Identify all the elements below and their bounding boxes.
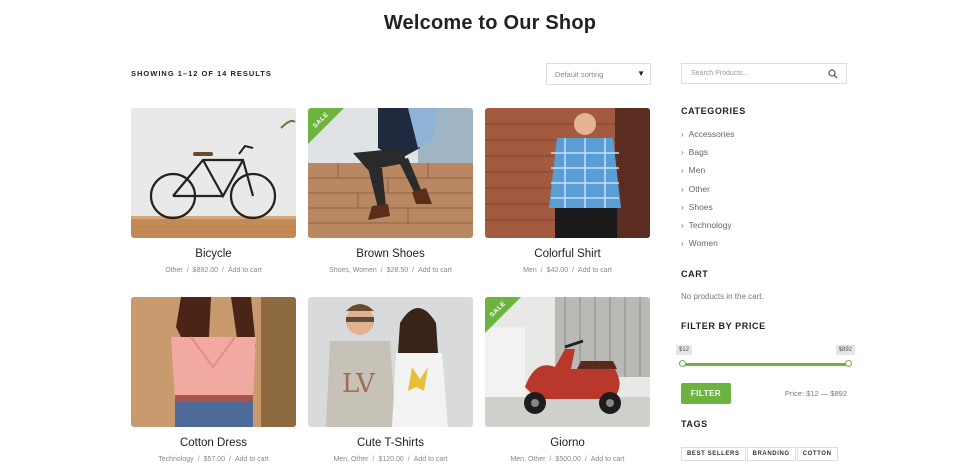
chevron-right-icon: ›	[681, 239, 684, 249]
filter-row: FILTER Price: $12 — $892	[681, 383, 847, 407]
categories-widget: CATEGORIES › Accessories › Bags › Men › Othe…	[681, 106, 847, 256]
price-max-label: $892	[835, 345, 855, 356]
add-to-cart-link[interactable]: Add to cart	[418, 267, 452, 274]
category-list: › Accessories › Bags › Men › Other › Shoes › T…	[681, 129, 847, 256]
product-name[interactable]: Cotton Dress	[131, 437, 296, 449]
chevron-right-icon: ›	[681, 220, 684, 230]
price-slider-max-handle[interactable]	[845, 360, 852, 368]
chevron-right-icon: ›	[681, 184, 684, 194]
product-meta: Shoes, Women / $28.50/Add to cart	[329, 267, 452, 274]
product-card[interactable]: Colorful Shirt Men / $42.00/Add to cart	[485, 108, 650, 274]
add-to-cart-link[interactable]: Add to cart	[235, 456, 269, 463]
add-to-cart-link[interactable]: Add to cart	[591, 456, 625, 463]
product-price: $892.00	[192, 267, 218, 274]
add-to-cart-link[interactable]: Add to cart	[578, 267, 612, 274]
product-meta: Technology / $57.00/Add to cart	[158, 456, 269, 463]
chevron-right-icon: ›	[681, 202, 684, 212]
category-item[interactable]: › Shoes	[681, 202, 847, 220]
product-name[interactable]: Cute T-Shirts	[308, 437, 473, 449]
product-categories[interactable]: Men, Other	[333, 456, 368, 463]
price-range-text: Price: $12 — $892	[784, 389, 847, 399]
cart-widget: CART No products in the cart.	[681, 269, 847, 301]
product-name[interactable]: Giorno	[485, 437, 650, 449]
result-count: SHOWING 1–12 OF 14 RESULTS	[131, 69, 272, 78]
product-categories[interactable]: Men	[523, 267, 537, 274]
search-placeholder: Search Products...	[691, 70, 749, 77]
price-slider[interactable]: $12 $892	[676, 345, 855, 375]
product-categories[interactable]: Shoes, Women	[329, 267, 377, 274]
product-categories[interactable]: Other	[165, 267, 183, 274]
sidebar: Search Products... CATEGORIES › Accessori…	[676, 63, 855, 462]
sort-select[interactable]: Default sorting ▼	[546, 63, 651, 85]
product-name[interactable]: Brown Shoes	[308, 248, 473, 260]
product-image[interactable]: LV	[308, 297, 473, 427]
product-card[interactable]: LV Cute T-Shirts Men, Other / $120.00/Add …	[308, 297, 473, 463]
price-filter-title: FILTER BY PRICE	[681, 321, 766, 332]
product-image[interactable]	[485, 108, 650, 238]
product-card[interactable]: SALE Giorno Men, Other / $500.00/Add to ca…	[485, 297, 650, 463]
caret-down-icon: ▼	[637, 69, 645, 78]
add-to-cart-link[interactable]: Add to cart	[228, 267, 262, 274]
tags-title: TAGS	[681, 419, 708, 430]
tag-cloud: BEST SELLERS BRANDING COTTON	[681, 442, 847, 462]
tags-widget: TAGS BEST SELLERS BRANDING COTTON	[681, 419, 847, 462]
chevron-right-icon: ›	[681, 130, 684, 139]
product-price: $42.00	[546, 267, 569, 274]
product-categories[interactable]: Technology	[158, 456, 193, 463]
search-input[interactable]: Search Products...	[681, 63, 847, 84]
product-meta: Men / $42.00/Add to cart	[523, 267, 612, 274]
search-icon[interactable]	[828, 69, 838, 79]
category-item[interactable]: › Women	[681, 238, 847, 256]
sort-select-value: Default sorting	[555, 70, 604, 79]
cart-empty-message: No products in the cart.	[681, 292, 764, 302]
product-image[interactable]: SALE	[485, 297, 650, 427]
cart-title: CART	[681, 269, 709, 280]
product-meta: Men, Other / $500.00/Add to cart	[510, 456, 625, 463]
chevron-right-icon: ›	[681, 166, 684, 176]
product-image[interactable]	[131, 297, 296, 427]
price-slider-track[interactable]	[683, 363, 849, 367]
price-filter-widget: FILTER BY PRICE $12 $892 FILTER Price: $…	[676, 321, 855, 407]
categories-title: CATEGORIES	[681, 106, 746, 116]
product-card[interactable]: SALE Brown Shoes Shoes, Women / $28.50/Add…	[308, 108, 473, 274]
svg-text:LV: LV	[342, 369, 376, 399]
page-title: Welcome to Our Shop	[383, 12, 597, 34]
category-item[interactable]: › Technology	[681, 220, 847, 238]
chevron-right-icon: ›	[681, 148, 684, 158]
filter-button[interactable]: FILTER	[681, 383, 731, 405]
product-price: $57.00	[203, 456, 225, 463]
category-item[interactable]: › Other	[681, 184, 847, 202]
product-image[interactable]: SALE	[308, 108, 473, 238]
product-price: $120.00	[378, 456, 404, 463]
category-item[interactable]: › Bags	[681, 147, 847, 165]
category-item[interactable]: › Men	[681, 165, 847, 183]
category-item[interactable]: › Accessories	[681, 129, 847, 147]
tag-item[interactable]: COTTON	[796, 447, 838, 462]
tag-item[interactable]: BRANDING	[746, 447, 796, 462]
product-card[interactable]: Bicycle Other / $892.00/Add to cart	[131, 108, 296, 274]
product-price: $500.00	[555, 456, 581, 463]
add-to-cart-link[interactable]: Add to cart	[414, 456, 448, 463]
product-meta: Men, Other / $120.00/Add to cart	[333, 456, 448, 463]
price-min-label: $12	[676, 345, 693, 356]
product-card[interactable]: Cotton Dress Technology / $57.00/Add to ca…	[131, 297, 296, 463]
product-price: $28.50	[386, 267, 409, 274]
product-image[interactable]	[131, 108, 296, 238]
product-categories[interactable]: Men, Other	[510, 456, 545, 463]
tag-item[interactable]: BEST SELLERS	[681, 447, 746, 462]
product-meta: Other / $892.00/Add to cart	[165, 267, 262, 274]
product-name[interactable]: Bicycle	[131, 248, 296, 260]
product-name[interactable]: Colorful Shirt	[485, 248, 650, 260]
